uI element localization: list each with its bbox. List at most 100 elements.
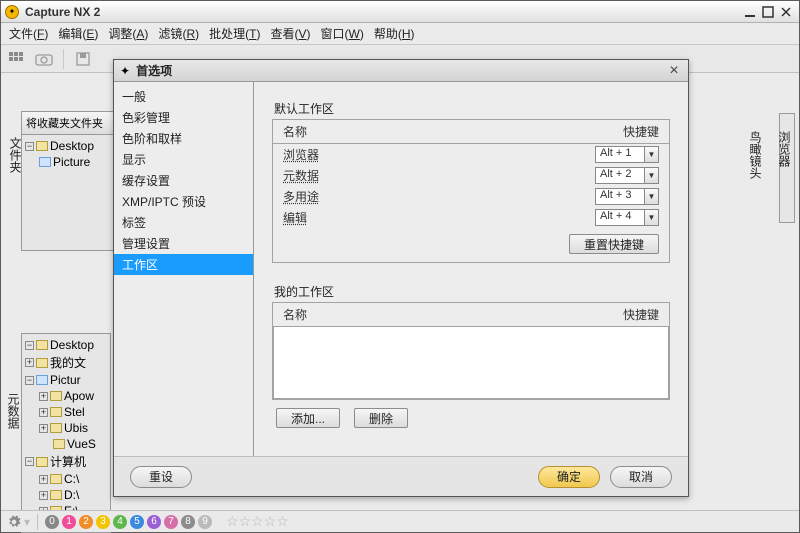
shortcut-input[interactable]: Alt + 4 [595,209,645,226]
category-item[interactable]: 缓存设置 [114,170,253,191]
expand-icon[interactable]: + [39,424,48,433]
expand-icon[interactable]: + [39,408,48,417]
tree-row[interactable]: +Ubis [25,420,107,436]
expand-icon[interactable]: − [25,142,34,151]
add-workspace-button[interactable]: 添加... [276,408,340,428]
delete-workspace-button[interactable]: 删除 [354,408,408,428]
my-workspace-group: 我的工作区 名称 快捷键 添加... 删除 [272,283,670,428]
tree-row[interactable]: +Stel [25,404,107,420]
collapse-icon[interactable]: − [25,376,34,385]
col-name: 名称 [283,123,623,140]
workspace-name: 元数据 [283,167,595,184]
category-item[interactable]: 色彩管理 [114,107,253,128]
table-header: 名称 快捷键 [273,303,669,327]
label-badge[interactable]: 0 [45,515,59,529]
browser-tab-label[interactable]: 浏览器 [776,131,793,179]
drive-icon [50,490,62,500]
category-item[interactable]: 标签 [114,212,253,233]
star-icon[interactable]: ☆ [226,513,239,529]
workspace-name: 编辑 [283,209,595,226]
tree-row-desktop[interactable]: −Desktop [25,138,123,154]
minimize-button[interactable] [741,5,759,19]
tree-row[interactable]: +我的文 [25,353,107,372]
group-title: 我的工作区 [272,283,670,300]
tree-row[interactable]: +C:\ [25,471,107,487]
label-badge[interactable]: 5 [130,515,144,529]
shortcut-input[interactable]: Alt + 3 [595,188,645,205]
menu-help[interactable]: 帮助(H) [370,23,419,44]
expand-icon[interactable]: + [39,392,48,401]
label-badge[interactable]: 8 [181,515,195,529]
tree-row-pictures[interactable]: Picture [25,154,123,170]
menu-adjust[interactable]: 调整(A) [104,23,152,44]
maximize-button[interactable] [759,5,777,19]
right-labels: 浏览器 鸟瞰镜头 [747,131,793,179]
grid-icon[interactable] [7,50,25,68]
menu-window[interactable]: 窗口(W) [317,23,368,44]
label-badge[interactable]: 3 [96,515,110,529]
folder-icon [39,157,51,167]
menu-file[interactable]: 文件(F) [5,23,52,44]
category-item[interactable]: 工作区 [114,254,253,275]
star-icon[interactable]: ☆ [251,513,264,529]
chevron-down-icon[interactable]: ▼ [645,209,659,226]
shortcut-input[interactable]: Alt + 1 [595,146,645,163]
window-controls [741,5,795,19]
folder-tree: −Desktop +我的文 −Pictur +Apow +Stel +Ubis … [22,334,110,533]
star-icon[interactable]: ☆ [239,513,252,529]
my-workspace-list[interactable] [273,327,669,399]
category-item[interactable]: 一般 [114,86,253,107]
chevron-down-icon[interactable]: ▼ [645,188,659,205]
label-badge[interactable]: 9 [198,515,212,529]
category-sidebar: 一般色彩管理色阶和取样显示缓存设置XMP/IPTC 预设标签管理设置工作区 [114,82,254,456]
label-badge[interactable]: 7 [164,515,178,529]
birdseye-tab-label[interactable]: 鸟瞰镜头 [747,131,764,179]
tree-row[interactable]: +D:\ [25,487,107,503]
category-item[interactable]: 管理设置 [114,233,253,254]
close-button[interactable] [777,5,795,19]
app-icon: ✦ [5,5,19,19]
menu-batch[interactable]: 批处理(T) [205,23,264,44]
category-item[interactable]: 显示 [114,149,253,170]
chevron-down-icon[interactable]: ▼ [645,146,659,163]
star-icon[interactable]: ☆ [276,513,289,529]
collapse-icon[interactable]: − [25,341,34,350]
gear-icon[interactable] [7,515,21,529]
col-shortcut: 快捷键 [623,123,659,140]
expand-icon[interactable]: + [39,475,48,484]
folder-icon [50,391,62,401]
collapse-icon[interactable]: − [25,457,34,466]
shortcut-input[interactable]: Alt + 2 [595,167,645,184]
star-icon[interactable]: ☆ [264,513,277,529]
reset-button[interactable]: 重设 [130,466,192,488]
camera-icon[interactable] [35,50,53,68]
col-shortcut: 快捷键 [623,306,659,323]
category-item[interactable]: XMP/IPTC 预设 [114,191,253,212]
ok-button[interactable]: 确定 [538,466,600,488]
expand-icon[interactable]: + [25,358,34,367]
menu-filter[interactable]: 滤镜(R) [154,23,203,44]
label-badge[interactable]: 1 [62,515,76,529]
menu-edit[interactable]: 编辑(E) [54,23,102,44]
save-icon[interactable] [74,50,92,68]
tree-row[interactable]: +Apow [25,388,107,404]
menu-view[interactable]: 查看(V) [266,23,314,44]
chevron-down-icon[interactable]: ▼ [645,167,659,184]
tree-row[interactable]: −计算机 [25,452,107,471]
tree-row[interactable]: VueS [25,436,107,452]
cancel-button[interactable]: 取消 [610,466,672,488]
rating-stars[interactable]: ☆☆☆☆☆ [226,513,289,530]
menubar: 文件(F) 编辑(E) 调整(A) 滤镜(R) 批处理(T) 查看(V) 窗口(… [1,23,799,45]
tree-row[interactable]: −Pictur [25,372,107,388]
label-badge[interactable]: 4 [113,515,127,529]
label-badge[interactable]: 6 [147,515,161,529]
metadata-tab-label[interactable]: 元数据 [5,393,22,429]
tree-row[interactable]: −Desktop [25,337,107,353]
label-badges: 0123456789 [45,515,212,529]
label-badge[interactable]: 2 [79,515,93,529]
dialog-close-button[interactable]: × [666,63,682,79]
expand-icon[interactable]: + [39,491,48,500]
category-item[interactable]: 色阶和取样 [114,128,253,149]
reset-shortcuts-button[interactable]: 重置快捷键 [569,234,659,254]
workspace-name: 多用途 [283,188,595,205]
